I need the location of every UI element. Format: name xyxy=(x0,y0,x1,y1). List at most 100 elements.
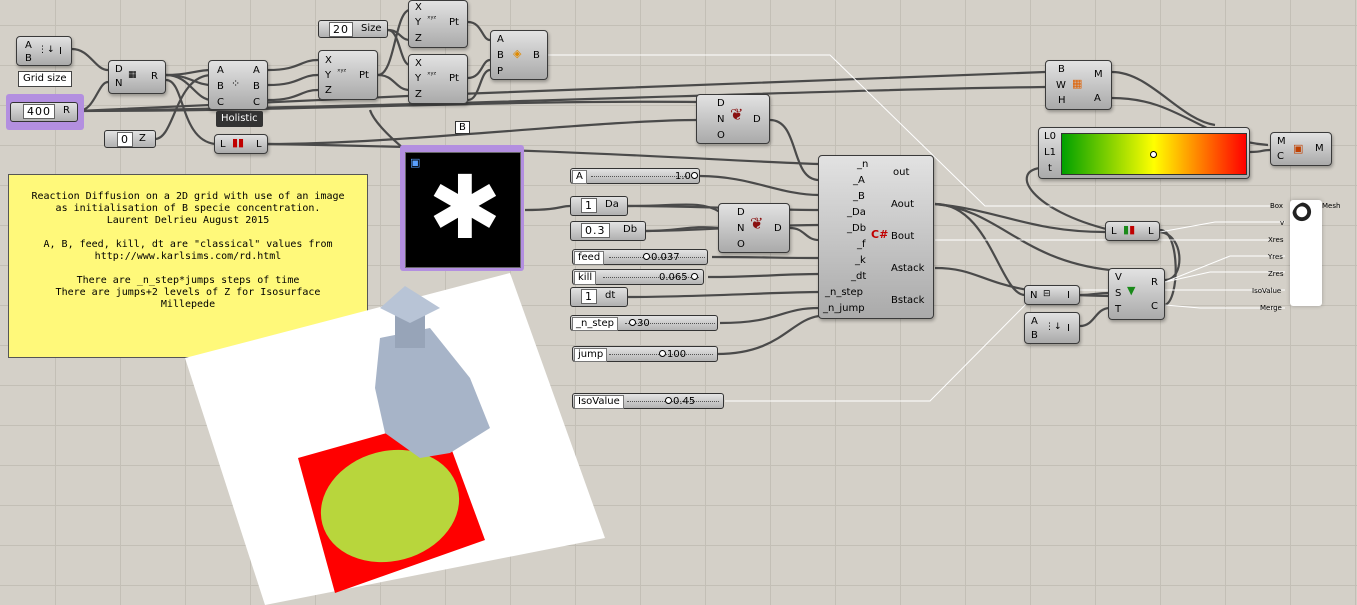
in-y: Y xyxy=(415,17,422,28)
slider-a[interactable]: A 1.0 xyxy=(570,168,700,184)
divide-domain-component[interactable]: D N ▦ R xyxy=(108,60,166,94)
series-icon: ⋮↓ xyxy=(38,45,55,55)
slider-kill[interactable]: kill 0.065 xyxy=(572,269,704,285)
construct-point-3[interactable]: X Y Z ˣʸᶻ Pt xyxy=(408,54,468,104)
input-a-label: A xyxy=(25,40,32,51)
in-z: Z xyxy=(325,85,332,96)
millipede-in-merge: Merge xyxy=(1260,304,1282,312)
in-l1: L1 xyxy=(1044,147,1056,158)
size-value[interactable]: 20 xyxy=(329,22,353,37)
slider-value: 0.45 xyxy=(673,396,696,407)
slider-n-step[interactable]: _n_step 30 xyxy=(570,315,718,331)
list-out-label: L xyxy=(256,139,262,150)
in-dt: _dt xyxy=(851,271,867,282)
slider-isovalue[interactable]: IsoValue 0.45 xyxy=(572,393,724,409)
in-db: _Db xyxy=(847,223,867,234)
out-i: I xyxy=(1067,323,1070,334)
da-panel[interactable]: 1 Da xyxy=(570,196,628,216)
out-l: L xyxy=(1148,226,1154,237)
box-icon: ◈ xyxy=(513,47,522,60)
out-out: out xyxy=(893,167,910,178)
construct-point-2[interactable]: X Y Z ˣʸᶻ Pt xyxy=(408,0,468,48)
grid-size-panel[interactable]: 400 R xyxy=(10,102,78,122)
in-a: A xyxy=(217,65,224,76)
list-length-component[interactable]: L ▮▮ L xyxy=(214,134,268,154)
mesh-color-component[interactable]: M C ▣ M xyxy=(1270,132,1332,166)
slider-value: 1.0 xyxy=(675,171,691,182)
in-b: B xyxy=(217,81,224,92)
sub-list-component[interactable]: V S T ▼ R C xyxy=(1108,268,1165,320)
image-sampler-component-2[interactable]: D N O ❦ D xyxy=(718,203,790,253)
series-component-2[interactable]: A B ⋮↓ I xyxy=(1024,312,1080,344)
size-panel[interactable]: 20 Size xyxy=(318,20,388,38)
out-astack: Astack xyxy=(891,263,925,274)
slider-knob[interactable] xyxy=(629,319,636,326)
db-panel[interactable]: 0.3 Db xyxy=(570,221,646,241)
gradient-handle[interactable] xyxy=(1150,151,1157,158)
in-d: D xyxy=(717,98,725,109)
b-tag: B xyxy=(455,121,470,134)
millipede-in-zres: Zres xyxy=(1268,270,1284,278)
grid-size-value[interactable]: 400 xyxy=(23,104,55,119)
in-d: D xyxy=(737,207,745,218)
xyz-icon: ˣʸᶻ xyxy=(337,67,347,76)
list-item-component[interactable]: L ▮▮ L xyxy=(1105,221,1160,241)
in-n: N xyxy=(717,114,725,125)
millipede-in-yres: Yres xyxy=(1268,253,1283,261)
in-n: N xyxy=(1030,290,1038,301)
image-sampler-preview[interactable]: ▣ ✱ xyxy=(405,152,521,268)
gradient-bar[interactable] xyxy=(1061,133,1247,175)
xyz-icon: ˣʸᶻ xyxy=(427,14,437,23)
output-r-label: R xyxy=(151,71,158,82)
in-b: B xyxy=(1031,330,1038,341)
in-n: N xyxy=(737,223,745,234)
dt-value[interactable]: 1 xyxy=(581,289,597,304)
out-c: C xyxy=(253,97,260,108)
in-l: L xyxy=(1111,226,1117,237)
slider-knob[interactable] xyxy=(665,397,672,404)
construct-point-1[interactable]: X Y Z ˣʸᶻ Pt xyxy=(318,50,378,100)
image-sampler-component-1[interactable]: D N O ❦ D xyxy=(696,94,770,144)
dt-panel[interactable]: 1 dt xyxy=(570,287,628,307)
da-out: Da xyxy=(605,199,619,210)
size-out: Size xyxy=(361,23,382,34)
da-value[interactable]: 1 xyxy=(581,198,597,213)
rectangle-component[interactable]: B W H ▦ M A xyxy=(1045,60,1112,110)
input-n-label: N xyxy=(115,78,123,89)
csharp-script-component[interactable]: _n _A _B _Da _Db _f _k _dt _n_step _n_ju… xyxy=(818,155,934,319)
millipede-in-v: v xyxy=(1280,219,1285,227)
in-n-jump: _n_jump xyxy=(823,303,865,314)
render-preview-image xyxy=(185,273,605,605)
db-out: Db xyxy=(623,224,638,235)
db-value[interactable]: 0.3 xyxy=(581,223,610,238)
csharp-icon: C# xyxy=(871,228,889,241)
in-x: X xyxy=(325,55,332,66)
deconstruct-domain-component[interactable]: A B C ⁘ A B C xyxy=(208,60,268,110)
series-icon: ⋮↓ xyxy=(1045,322,1062,332)
z-value[interactable]: 0 xyxy=(117,132,133,147)
slider-knob[interactable] xyxy=(691,172,698,179)
points-icon: ⁘ xyxy=(231,77,241,90)
slider-knob[interactable] xyxy=(659,350,666,357)
out-pt: Pt xyxy=(449,17,459,28)
out-aout: Aout xyxy=(891,199,915,210)
in-da: _Da xyxy=(847,207,866,218)
slider-knob[interactable] xyxy=(691,273,698,280)
in-y: Y xyxy=(415,73,422,84)
z-panel[interactable]: 0 Z xyxy=(104,130,156,148)
slider-name: _n_step xyxy=(572,317,618,331)
slider-jump[interactable]: jump 100 xyxy=(572,346,718,362)
save-icon[interactable]: ▣ xyxy=(410,156,420,169)
in-a: _A xyxy=(853,175,865,186)
series-component[interactable]: A B ⋮↓ I xyxy=(16,36,72,66)
slider-feed[interactable]: feed 0.037 xyxy=(572,249,708,265)
out-a: A xyxy=(1094,93,1101,104)
millipede-component[interactable] xyxy=(1290,200,1322,306)
mesh-color-icon: ▣ xyxy=(1293,142,1304,155)
in-b: B xyxy=(1058,64,1065,75)
gradient-component[interactable]: L0 L1 t xyxy=(1038,127,1250,179)
slider-knob[interactable] xyxy=(643,253,650,260)
box-component[interactable]: A B P ◈ B xyxy=(490,30,548,80)
bounds-component[interactable]: N ⊟ I xyxy=(1024,285,1080,305)
in-y: Y xyxy=(325,70,332,81)
